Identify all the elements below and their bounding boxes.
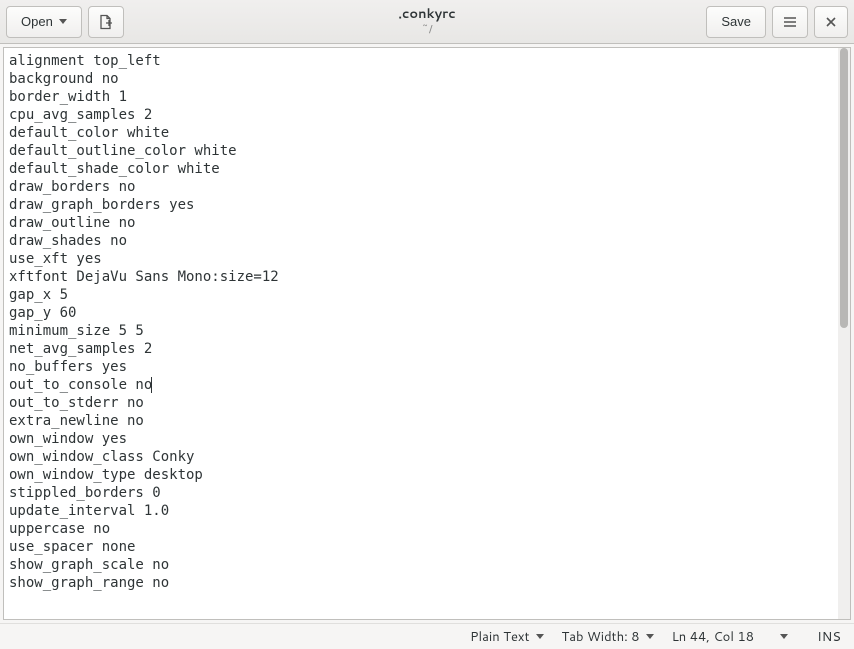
scrollbar-thumb[interactable] [840, 48, 848, 328]
cursor-position[interactable]: Ln 44, Col 18 [672, 628, 754, 646]
text-line: gap_x 5 [9, 286, 833, 304]
header-bar: Open .conkyrc ~/ Save [0, 0, 854, 44]
text-line: out_to_stderr no [9, 394, 833, 412]
text-line: draw_borders no [9, 178, 833, 196]
menu-button[interactable] [772, 6, 808, 38]
tab-width-selector[interactable]: Tab Width: 8 [562, 628, 654, 646]
insert-mode[interactable]: INS [814, 628, 844, 646]
text-line: background no [9, 70, 833, 88]
status-dropdown[interactable] [772, 634, 796, 639]
text-line: default_color white [9, 124, 833, 142]
text-line: stippled_borders 0 [9, 484, 833, 502]
editor-area: alignment top_leftbackground noborder_wi… [3, 47, 851, 620]
text-line: use_spacer none [9, 538, 833, 556]
new-document-icon [98, 14, 114, 30]
close-button[interactable] [814, 6, 848, 38]
text-line: draw_outline no [9, 214, 833, 232]
syntax-selector[interactable]: Plain Text [470, 628, 543, 646]
text-line: out_to_console no [9, 376, 833, 394]
text-line: cpu_avg_samples 2 [9, 106, 833, 124]
text-line: draw_graph_borders yes [9, 196, 833, 214]
chevron-down-icon [646, 634, 654, 639]
close-icon [824, 15, 838, 29]
text-line: own_window yes [9, 430, 833, 448]
vertical-scrollbar[interactable] [838, 48, 850, 619]
text-line: draw_shades no [9, 232, 833, 250]
chevron-down-icon [59, 19, 67, 24]
header-left: Open [6, 6, 124, 38]
text-line: own_window_class Conky [9, 448, 833, 466]
text-cursor [151, 377, 152, 393]
text-line: xftfont DejaVu Sans Mono:size=12 [9, 268, 833, 286]
text-line: net_avg_samples 2 [9, 340, 833, 358]
open-button[interactable]: Open [6, 6, 82, 38]
text-line: alignment top_left [9, 52, 833, 70]
tab-width-label: Tab Width: 8 [562, 628, 640, 646]
save-label: Save [721, 14, 751, 29]
text-line: extra_newline no [9, 412, 833, 430]
text-line: show_graph_range no [9, 574, 833, 592]
header-right: Save [706, 6, 848, 38]
editor-content[interactable]: alignment top_leftbackground noborder_wi… [4, 48, 838, 619]
new-tab-button[interactable] [88, 6, 124, 38]
chevron-down-icon [780, 634, 788, 639]
text-line: default_shade_color white [9, 160, 833, 178]
syntax-label: Plain Text [470, 628, 529, 646]
text-line: default_outline_color white [9, 142, 833, 160]
text-line: update_interval 1.0 [9, 502, 833, 520]
text-line: minimum_size 5 5 [9, 322, 833, 340]
text-line: use_xft yes [9, 250, 833, 268]
statusbar: Plain Text Tab Width: 8 Ln 44, Col 18 IN… [0, 623, 854, 649]
window-subtitle: ~/ [421, 23, 432, 36]
save-button[interactable]: Save [706, 6, 766, 38]
open-label: Open [21, 14, 53, 29]
chevron-down-icon [536, 634, 544, 639]
text-line: uppercase no [9, 520, 833, 538]
text-line: own_window_type desktop [9, 466, 833, 484]
hamburger-icon [782, 14, 798, 30]
text-line: no_buffers yes [9, 358, 833, 376]
text-line: show_graph_scale no [9, 556, 833, 574]
text-line: border_width 1 [9, 88, 833, 106]
title-area: .conkyrc ~/ [398, 7, 455, 36]
position-label: Ln 44, Col 18 [672, 628, 754, 646]
text-line: gap_y 60 [9, 304, 833, 322]
